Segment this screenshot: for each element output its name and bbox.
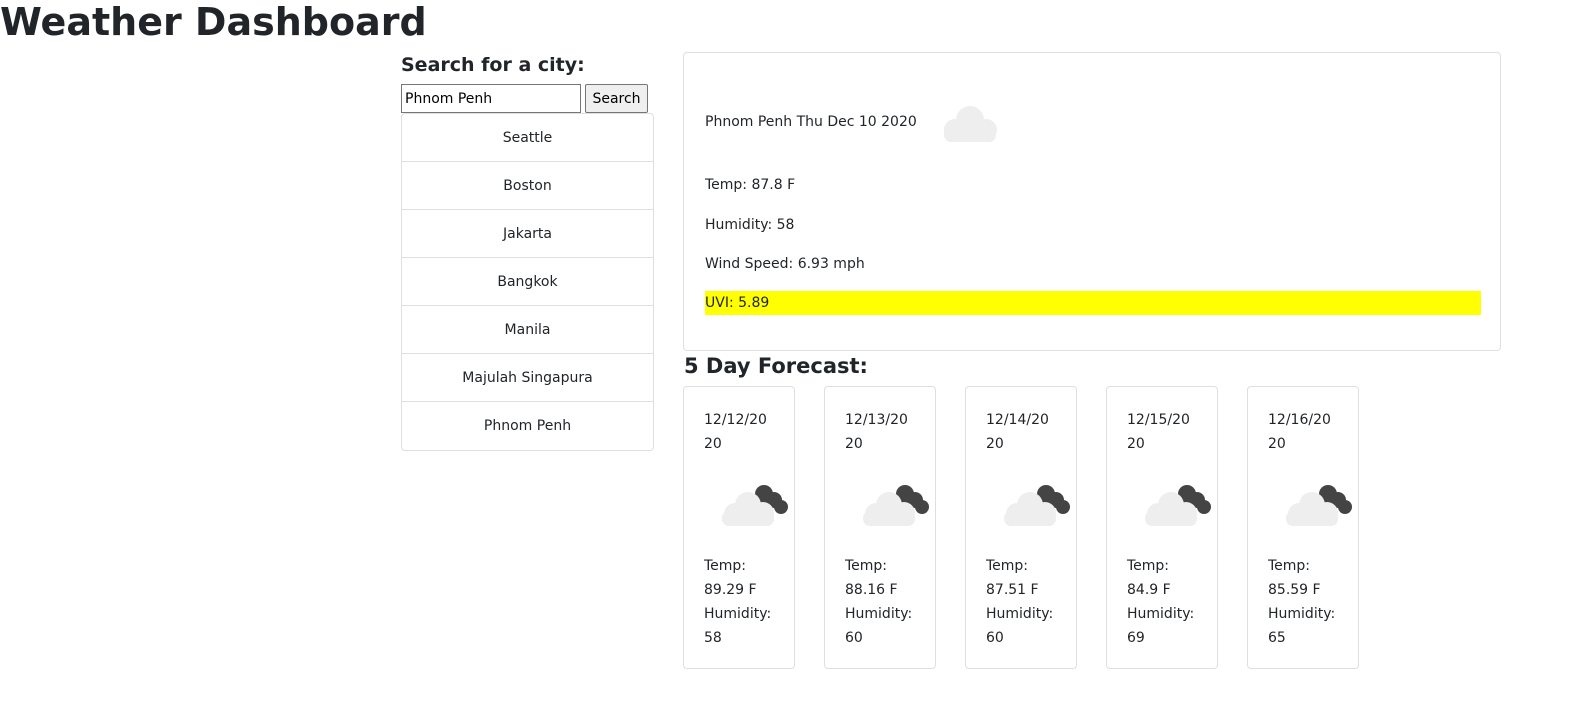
forecast-temp: 87.51 F <box>986 582 1039 598</box>
forecast-humidity-label: Humidity: <box>1127 606 1195 622</box>
forecast-humidity-label: Humidity: <box>704 606 772 622</box>
forecast-humidity: 60 <box>845 630 863 646</box>
cloud-icon <box>938 103 1002 148</box>
forecast-temp: 89.29 F <box>704 582 757 598</box>
page-title: Weather Dashboard <box>0 0 427 44</box>
forecast-card: 12/13/2020 Temp: 88.16 F Humidity: 60 <box>824 386 936 669</box>
forecast-stats: Temp: 84.9 F Humidity: 69 <box>1127 554 1207 650</box>
forecast-temp: 84.9 F <box>1127 582 1171 598</box>
search-label: Search for a city: <box>401 54 585 76</box>
forecast-temp-label: Temp: <box>704 558 747 574</box>
city-search-input[interactable] <box>401 84 581 113</box>
forecast-heading: 5 Day Forecast: <box>684 354 868 378</box>
current-city-date: Phnom Penh Thu Dec 10 2020 <box>705 114 917 130</box>
forecast-stats: Temp: 85.59 F Humidity: 65 <box>1268 554 1348 650</box>
forecast-humidity: 60 <box>986 630 1004 646</box>
history-item[interactable]: Bangkok <box>402 258 653 306</box>
history-item[interactable]: Jakarta <box>402 210 653 258</box>
forecast-date: 12/12/2020 <box>704 412 767 452</box>
forecast-humidity: 65 <box>1268 630 1286 646</box>
current-wind-speed: Wind Speed: 6.93 mph <box>705 256 865 272</box>
forecast-date: 12/16/2020 <box>1268 412 1331 452</box>
forecast-temp: 85.59 F <box>1268 582 1321 598</box>
history-item[interactable]: Majulah Singapura <box>402 354 653 402</box>
forecast-temp: 88.16 F <box>845 582 898 598</box>
history-item[interactable]: Seattle <box>402 114 653 162</box>
cloudy-icon <box>718 481 790 535</box>
forecast-stats: Temp: 88.16 F Humidity: 60 <box>845 554 925 650</box>
forecast-humidity-label: Humidity: <box>1268 606 1336 622</box>
cloudy-icon <box>1141 481 1213 535</box>
uv-index-badge: UVI: 5.89 <box>705 291 1481 315</box>
forecast-temp-label: Temp: <box>1127 558 1170 574</box>
search-button[interactable]: Search <box>585 84 648 113</box>
history-item[interactable]: Phnom Penh <box>402 402 653 450</box>
cloudy-icon <box>1282 481 1354 535</box>
forecast-date: 12/15/2020 <box>1127 412 1190 452</box>
forecast-temp-label: Temp: <box>845 558 888 574</box>
forecast-temp-label: Temp: <box>1268 558 1311 574</box>
forecast-humidity-label: Humidity: <box>845 606 913 622</box>
cloudy-icon <box>1000 481 1072 535</box>
forecast-stats: Temp: 89.29 F Humidity: 58 <box>704 554 784 650</box>
forecast-card: 12/15/2020 Temp: 84.9 F Humidity: 69 <box>1106 386 1218 669</box>
history-item[interactable]: Boston <box>402 162 653 210</box>
forecast-card: 12/12/2020 Temp: 89.29 F Humidity: 58 <box>683 386 795 669</box>
current-temp: Temp: 87.8 F <box>705 177 796 193</box>
forecast-stats: Temp: 87.51 F Humidity: 60 <box>986 554 1066 650</box>
current-weather-card: Phnom Penh Thu Dec 10 2020 Temp: 87.8 F … <box>683 52 1501 351</box>
cloudy-icon <box>859 481 931 535</box>
forecast-humidity-label: Humidity: <box>986 606 1054 622</box>
forecast-temp-label: Temp: <box>986 558 1029 574</box>
search-history-list: Seattle Boston Jakarta Bangkok Manila Ma… <box>401 113 654 451</box>
history-item[interactable]: Manila <box>402 306 653 354</box>
forecast-card: 12/16/2020 Temp: 85.59 F Humidity: 65 <box>1247 386 1359 669</box>
current-humidity: Humidity: 58 <box>705 217 795 233</box>
forecast-humidity: 69 <box>1127 630 1145 646</box>
forecast-date: 12/13/2020 <box>845 412 908 452</box>
forecast-card: 12/14/2020 Temp: 87.51 F Humidity: 60 <box>965 386 1077 669</box>
forecast-date: 12/14/2020 <box>986 412 1049 452</box>
forecast-humidity: 58 <box>704 630 722 646</box>
